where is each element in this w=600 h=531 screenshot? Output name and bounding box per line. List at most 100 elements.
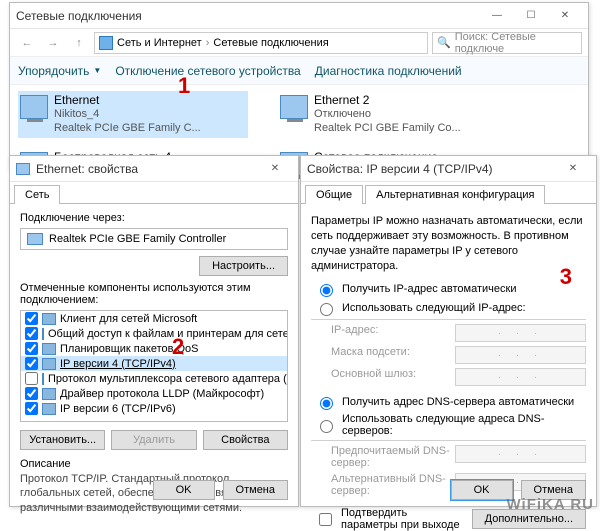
tab-alternative[interactable]: Альтернативная конфигурация bbox=[365, 185, 545, 204]
configure-button[interactable]: Настроить... bbox=[199, 256, 288, 276]
tab-row: Сеть bbox=[10, 184, 298, 204]
window-title: Сетевые подключения bbox=[16, 9, 480, 23]
nic-icon bbox=[27, 233, 43, 245]
minimize-button[interactable]: — bbox=[480, 5, 514, 27]
adapter-label: Подключение через: bbox=[20, 212, 288, 224]
ethernet-icon bbox=[16, 163, 30, 175]
list-item[interactable]: Планировщик пакетов QoS bbox=[21, 341, 287, 356]
connection-status: Nikitos_4 bbox=[54, 108, 201, 122]
annotation-1: 1 bbox=[178, 73, 190, 99]
checkbox[interactable] bbox=[25, 402, 38, 415]
radio-auto-ip[interactable] bbox=[320, 284, 333, 297]
connection-device: Realtek PCIe GBE Family C... bbox=[54, 122, 201, 136]
close-button[interactable]: ✕ bbox=[556, 158, 590, 180]
list-item[interactable]: IP версии 6 (TCP/IPv6) bbox=[21, 401, 287, 416]
connection-device: Realtek PCI GBE Family Co... bbox=[314, 122, 461, 136]
list-item[interactable]: Драйвер протокола LLDP (Майкрософт) bbox=[21, 386, 287, 401]
input-ip: · · · bbox=[455, 324, 586, 342]
radio-manual-ip[interactable] bbox=[320, 303, 333, 316]
list-item-ipv4[interactable]: IP версии 4 (TCP/IPv4) bbox=[21, 356, 287, 371]
components-list[interactable]: Клиент для сетей Microsoft Общий доступ … bbox=[20, 310, 288, 422]
close-button[interactable]: ✕ bbox=[548, 5, 582, 27]
radio-auto-dns[interactable] bbox=[320, 397, 333, 410]
titlebar: Ethernet: свойства ✕ bbox=[10, 156, 298, 182]
label-ip: IP-адрес: bbox=[331, 324, 451, 342]
description-title: Описание bbox=[20, 458, 288, 470]
checkbox[interactable] bbox=[25, 372, 38, 385]
ok-button[interactable]: OK bbox=[451, 480, 513, 500]
input-dns1: · · · bbox=[455, 445, 586, 463]
connection-ethernet2[interactable]: Ethernet 2 Отключено Realtek PCI GBE Fam… bbox=[278, 91, 508, 138]
connection-ethernet[interactable]: Ethernet Nikitos_4 Realtek PCIe GBE Fami… bbox=[18, 91, 248, 138]
titlebar: Сетевые подключения — ☐ ✕ bbox=[10, 3, 588, 29]
up-button[interactable]: ↑ bbox=[68, 33, 90, 53]
search-icon: 🔍 bbox=[437, 36, 451, 49]
back-button[interactable]: ← bbox=[16, 33, 38, 53]
ipv4-properties-window: Свойства: IP версии 4 (TCP/IPv4) ✕ Общие… bbox=[300, 155, 597, 507]
checkbox[interactable] bbox=[25, 327, 38, 340]
remove-button: Удалить bbox=[111, 430, 196, 450]
adapter-name: Realtek PCIe GBE Family Controller bbox=[49, 233, 226, 245]
tab-network[interactable]: Сеть bbox=[14, 185, 60, 204]
tab-row: Общие Альтернативная конфигурация bbox=[301, 184, 596, 204]
adapter-icon bbox=[280, 95, 308, 119]
component-icon bbox=[42, 403, 56, 415]
chevron-down-icon: ▼ bbox=[93, 66, 101, 75]
toolbar: Упорядочить ▼ Отключение сетевого устрой… bbox=[10, 57, 588, 85]
tab-general[interactable]: Общие bbox=[305, 185, 363, 204]
ip-intro-text: Параметры IP можно назначать автоматичес… bbox=[311, 214, 586, 273]
adapter-box: Realtek PCIe GBE Family Controller bbox=[20, 228, 288, 250]
network-icon bbox=[99, 36, 113, 50]
annotation-3: 3 bbox=[560, 264, 572, 290]
address-bar: ← → ↑ Сеть и Интернет › Сетевые подключе… bbox=[10, 29, 588, 57]
connection-status: Отключено bbox=[314, 108, 461, 122]
breadcrumb[interactable]: Сеть и Интернет › Сетевые подключения bbox=[94, 32, 428, 54]
label-gateway: Основной шлюз: bbox=[331, 368, 451, 386]
maximize-button[interactable]: ☐ bbox=[514, 5, 548, 27]
cancel-button[interactable]: Отмена bbox=[223, 480, 288, 500]
install-button[interactable]: Установить... bbox=[20, 430, 105, 450]
breadcrumb-item[interactable]: Сетевые подключения bbox=[213, 37, 328, 49]
input-mask: · · · bbox=[455, 346, 586, 364]
checkbox[interactable] bbox=[25, 357, 38, 370]
component-icon bbox=[42, 343, 56, 355]
input-gateway: · · · bbox=[455, 368, 586, 386]
tab-panel: Подключение через: Realtek PCIe GBE Fami… bbox=[10, 204, 298, 523]
chevron-right-icon: › bbox=[206, 37, 210, 49]
network-connections-window: Сетевые подключения — ☐ ✕ ← → ↑ Сеть и И… bbox=[9, 2, 589, 170]
component-icon bbox=[42, 373, 44, 385]
close-button[interactable]: ✕ bbox=[258, 158, 292, 180]
checkbox[interactable] bbox=[25, 387, 38, 400]
window-title: Свойства: IP версии 4 (TCP/IPv4) bbox=[307, 162, 556, 176]
component-icon bbox=[42, 358, 56, 370]
component-icon bbox=[42, 328, 44, 340]
ethernet-properties-window: Ethernet: свойства ✕ Сеть Подключение че… bbox=[9, 155, 299, 507]
search-input[interactable]: 🔍 Поиск: Сетевые подключе bbox=[432, 32, 582, 54]
checkbox[interactable] bbox=[25, 342, 38, 355]
window-title: Ethernet: свойства bbox=[36, 162, 258, 176]
forward-button[interactable]: → bbox=[42, 33, 64, 53]
disable-device-button[interactable]: Отключение сетевого устройства bbox=[115, 64, 300, 78]
checkbox[interactable] bbox=[25, 312, 38, 325]
component-icon bbox=[42, 388, 56, 400]
breadcrumb-item[interactable]: Сеть и Интернет bbox=[117, 37, 202, 49]
components-label: Отмеченные компоненты используются этим … bbox=[20, 282, 288, 306]
connection-name: Ethernet 2 bbox=[314, 93, 461, 108]
titlebar: Свойства: IP версии 4 (TCP/IPv4) ✕ bbox=[301, 156, 596, 182]
organize-menu[interactable]: Упорядочить ▼ bbox=[18, 64, 101, 78]
list-item[interactable]: Протокол мультиплексора сетевого адаптер… bbox=[21, 371, 287, 386]
list-item[interactable]: Клиент для сетей Microsoft bbox=[21, 311, 287, 326]
watermark: WiFiKA RU bbox=[507, 496, 594, 513]
item-properties-button[interactable]: Свойства bbox=[203, 430, 288, 450]
ok-button[interactable]: OK bbox=[153, 480, 215, 500]
label-mask: Маска подсети: bbox=[331, 346, 451, 364]
adapter-icon bbox=[20, 95, 48, 119]
list-item[interactable]: Общий доступ к файлам и принтерам для се… bbox=[21, 326, 287, 341]
label-dns2: Альтернативный DNS-сервер: bbox=[331, 473, 451, 497]
diagnose-button[interactable]: Диагностика подключений bbox=[315, 64, 462, 78]
label-dns1: Предпочитаемый DNS-сервер: bbox=[331, 445, 451, 469]
radio-manual-dns[interactable] bbox=[320, 420, 333, 433]
component-icon bbox=[42, 313, 56, 325]
search-placeholder: Поиск: Сетевые подключе bbox=[455, 31, 577, 55]
annotation-2: 2 bbox=[172, 334, 184, 360]
